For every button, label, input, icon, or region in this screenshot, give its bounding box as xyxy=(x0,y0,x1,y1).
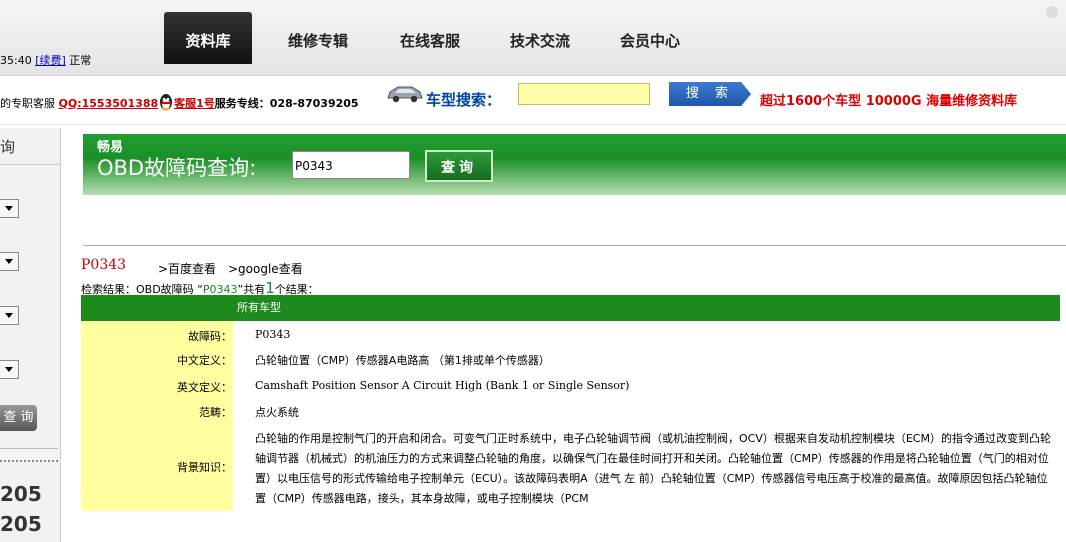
account-state: 正常 xyxy=(69,54,92,67)
model-search-input[interactable] xyxy=(518,83,650,105)
qq-penguin-icon[interactable] xyxy=(158,93,174,111)
google-search-link[interactable]: >google查看 xyxy=(228,260,303,277)
session-time: 35:40 xyxy=(0,54,32,67)
nav-member-center[interactable]: 会员中心 xyxy=(602,12,698,64)
row-label: 范畴： xyxy=(199,406,232,419)
service-prefix: 的专职客服 xyxy=(0,97,55,110)
sidebar-number: 205 xyxy=(0,482,42,506)
sidebar-title: 询 xyxy=(0,138,16,156)
car-icon xyxy=(387,86,423,103)
vehicle-category-bar: 所有车型 xyxy=(81,295,1060,321)
obd-query-banner: 畅易 OBD故障码查询: P0343 查询 xyxy=(83,134,1066,195)
row-value: 凸轮轴的作用是控制气门的开启和闭合。可变气门正时系统中，电子凸轮轴调节阀（或机油… xyxy=(255,432,1051,505)
service-search-bar: 的专职客服 QQ:1553501388 客服1号服务专线：028-87039205… xyxy=(0,76,1066,125)
section-divider xyxy=(83,245,1066,246)
row-value: 凸轮轴位置（CMP）传感器A电路高 （第1排或单个传感器） xyxy=(255,354,550,367)
row-value: 点火系统 xyxy=(255,406,299,419)
left-sidebar: 询 查 询 205 205 xyxy=(0,128,61,542)
kefu-link[interactable]: 客服1号 xyxy=(174,97,215,110)
account-status: 35:40 [续费] 正常 xyxy=(0,52,91,68)
qq-link[interactable]: QQ:1553501388 xyxy=(59,97,159,110)
corner-decoration-icon xyxy=(1046,6,1058,18)
sidebar-select-1-dropdown[interactable] xyxy=(0,199,19,218)
baidu-search-link[interactable]: >百度查看 xyxy=(158,260,216,277)
row-value: P0343 xyxy=(255,328,291,341)
sidebar-dotted-divider xyxy=(0,460,58,462)
row-label: 故障码： xyxy=(188,330,232,343)
slogan-text: 超过1600个车型 10000G 海量维修资料库 xyxy=(760,94,1018,109)
row-label: 背景知识： xyxy=(177,461,232,474)
nav-library[interactable]: 资料库 xyxy=(164,12,252,64)
model-search-button[interactable]: 搜 索 xyxy=(669,82,751,106)
vehicle-category-label: 所有车型 xyxy=(237,301,281,314)
nav-online-service[interactable]: 在线客服 xyxy=(382,12,478,64)
row-label: 英文定义： xyxy=(177,381,232,394)
sidebar-select-3-dropdown[interactable] xyxy=(0,306,19,325)
obd-query-button[interactable]: 查询 xyxy=(425,150,493,182)
sidebar-select-4-dropdown[interactable] xyxy=(0,360,19,379)
row-value: Camshaft Position Sensor A Circuit High … xyxy=(255,379,630,392)
sidebar-select-2-dropdown[interactable] xyxy=(0,252,19,271)
result-code-heading: P0343 xyxy=(81,257,127,273)
top-nav-bar: 35:40 [续费] 正常 资料库 维修专辑 在线客服 技术交流 会员中心 xyxy=(0,0,1066,76)
sidebar-divider xyxy=(0,164,60,165)
obd-code-input[interactable]: P0343 xyxy=(292,151,410,179)
model-search-label: 车型搜索： xyxy=(426,91,502,109)
renew-link[interactable]: [续费] xyxy=(35,54,66,67)
row-label: 中文定义： xyxy=(177,354,232,367)
hotline-number: 028-87039205 xyxy=(269,97,359,110)
nav-tech-exchange[interactable]: 技术交流 xyxy=(492,12,588,64)
sidebar-query-button[interactable]: 查 询 xyxy=(0,405,37,431)
result-detail-table: 故障码： P0343 中文定义： 凸轮轴位置（CMP）传感器A电路高 （第1排或… xyxy=(81,321,1060,542)
nav-repair-album[interactable]: 维修专辑 xyxy=(270,12,366,64)
sidebar-number: 205 xyxy=(0,512,42,536)
hotline-label: 服务专线： xyxy=(214,97,270,110)
banner-title: OBD故障码查询: xyxy=(97,156,257,180)
customer-service-info: 的专职客服 QQ:1553501388 客服1号服务专线：028-87039205 xyxy=(0,93,359,111)
sidebar-separator xyxy=(0,448,58,449)
